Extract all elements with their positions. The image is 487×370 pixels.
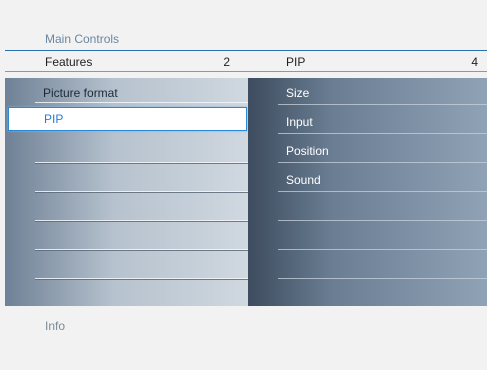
menu-divider [35, 162, 248, 164]
submenu-item-input[interactable]: Input [286, 115, 313, 129]
left-column-title: Features [45, 55, 93, 69]
submenu-item-sound[interactable]: Sound [286, 173, 321, 187]
right-header-underline [248, 71, 487, 72]
submenu-divider [278, 249, 487, 250]
features-menu: Picture format PIP [5, 78, 248, 306]
left-header-underline [5, 71, 248, 72]
menu-item-picture-format[interactable]: Picture format [43, 86, 118, 100]
menu-divider [35, 102, 248, 103]
submenu-divider [278, 191, 487, 192]
info-label: Info [45, 319, 66, 333]
left-column-count: 2 [223, 55, 230, 69]
menu-divider [35, 191, 248, 193]
menu-divider [35, 278, 248, 280]
menu-item-pip-label: PIP [44, 112, 64, 126]
submenu-divider [278, 104, 487, 105]
menu-divider [35, 220, 248, 222]
menu-divider [35, 249, 248, 251]
submenu-divider [278, 162, 487, 163]
submenu-divider [278, 133, 487, 134]
submenu-item-size[interactable]: Size [286, 86, 309, 100]
submenu-item-position[interactable]: Position [286, 144, 329, 158]
pip-submenu: Size Input Position Sound [248, 78, 487, 306]
right-column-title: PIP [286, 55, 306, 69]
menu-item-pip-selected[interactable]: PIP [8, 107, 247, 131]
right-column-count: 4 [471, 55, 478, 69]
submenu-divider [278, 220, 487, 221]
breadcrumb: Main Controls [45, 32, 120, 46]
header-divider [5, 50, 487, 51]
submenu-divider [278, 278, 487, 279]
